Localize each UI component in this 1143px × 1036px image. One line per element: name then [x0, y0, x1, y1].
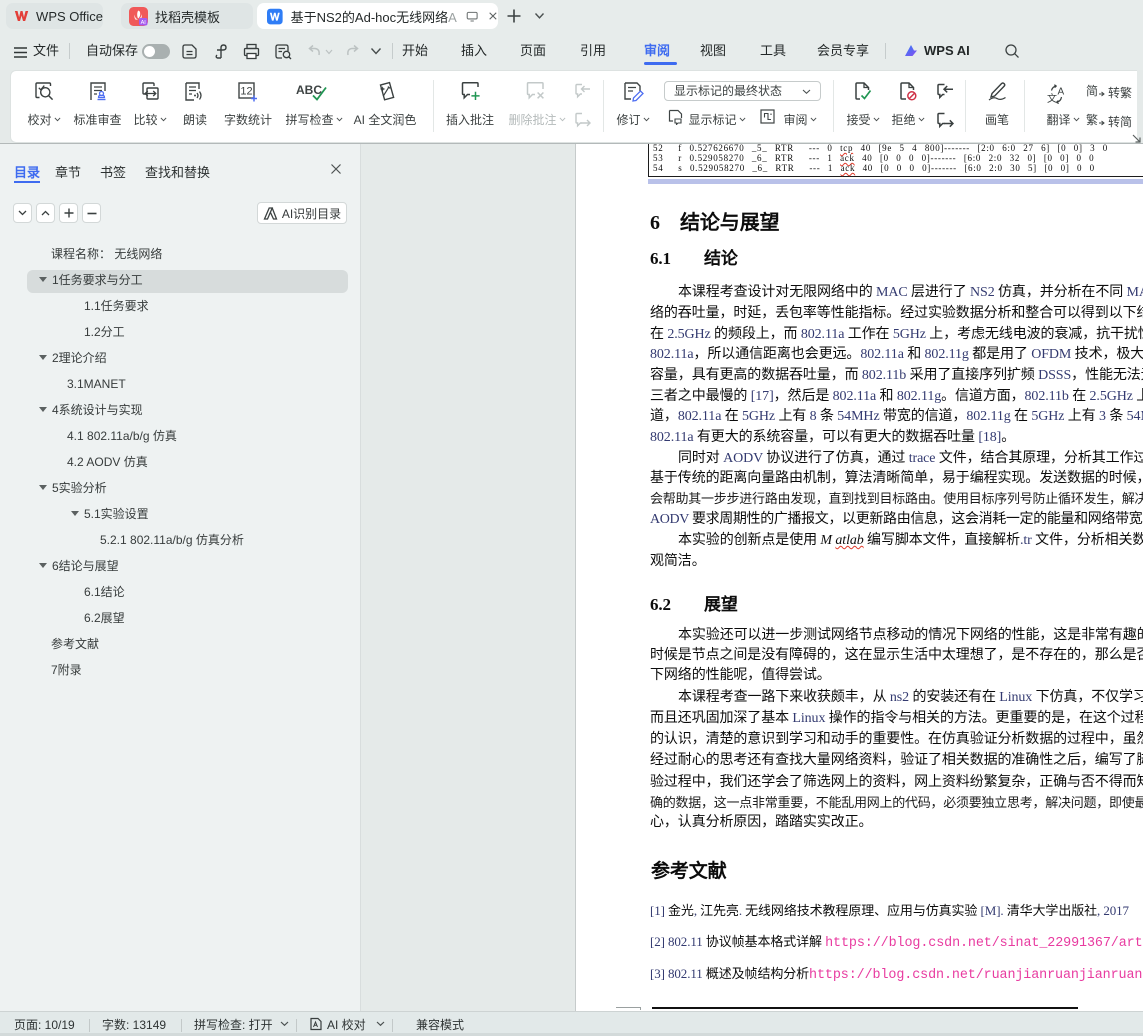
svg-text:A: A — [1058, 87, 1065, 98]
svg-text:繁: 繁 — [1086, 112, 1098, 127]
svg-text:AI: AI — [141, 19, 147, 25]
svg-text:简: 简 — [1086, 84, 1098, 98]
svg-text:文: 文 — [1047, 92, 1057, 104]
svg-text:12: 12 — [240, 86, 252, 98]
svg-text:ABC: ABC — [296, 83, 322, 97]
